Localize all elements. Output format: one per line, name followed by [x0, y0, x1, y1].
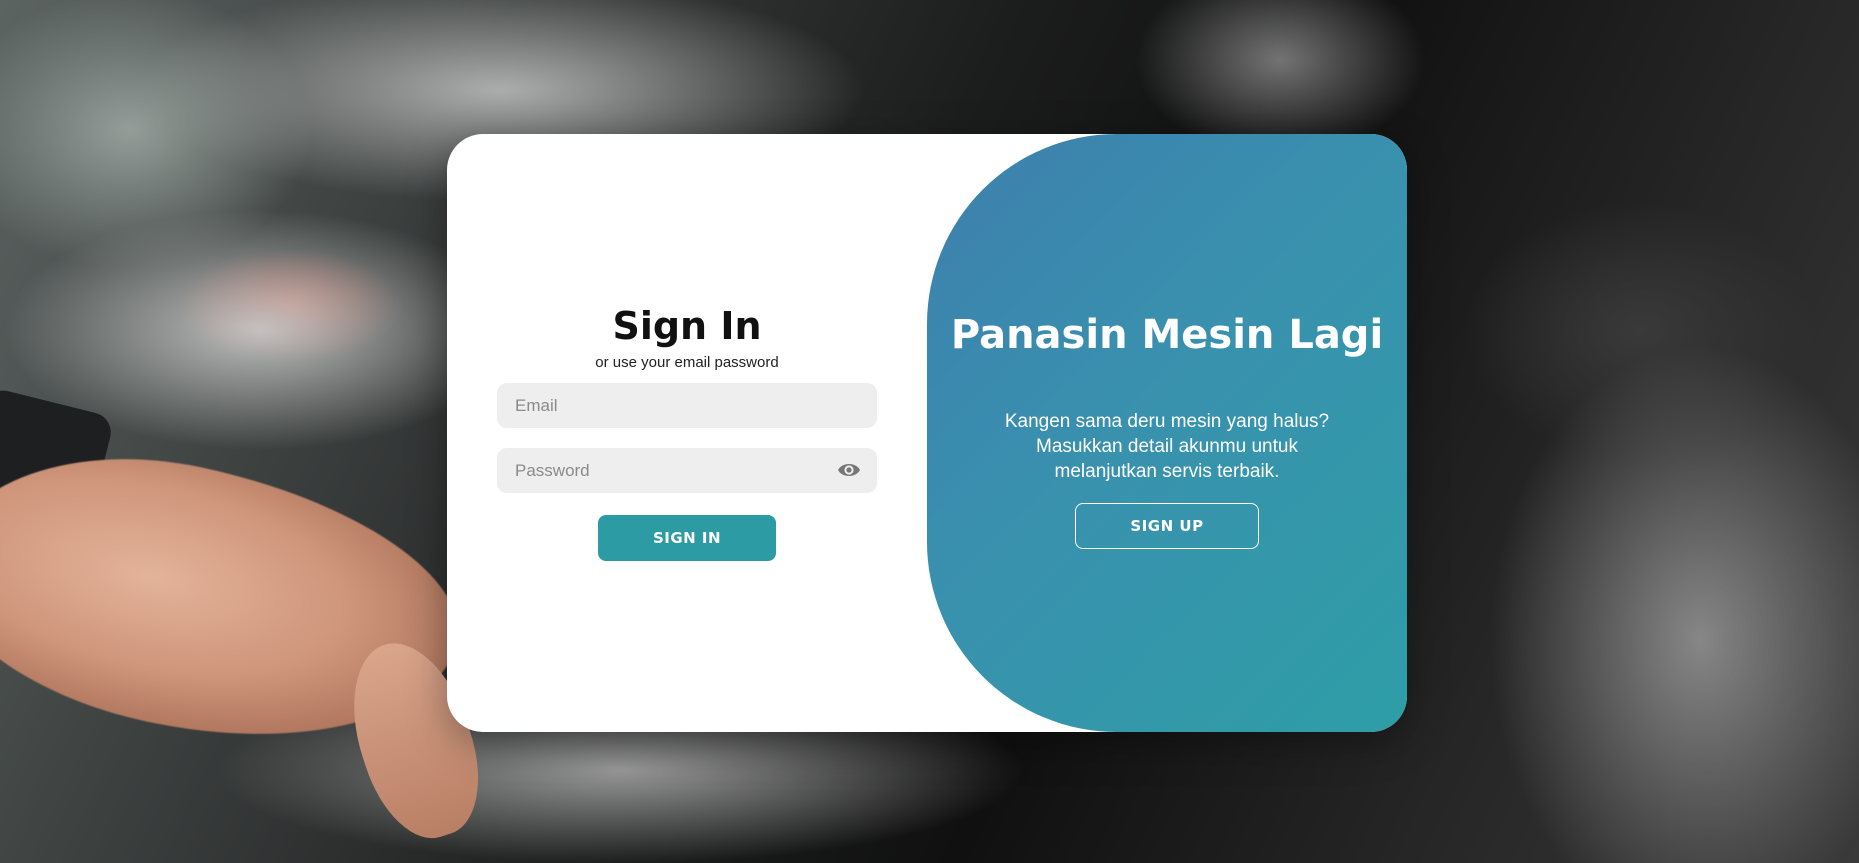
promo-text: Kangen sama deru mesin yang halus? Masuk… — [1004, 411, 1330, 482]
signin-form: Sign In or use your email password SIGN … — [447, 134, 927, 732]
signin-subtitle: or use your email password — [595, 354, 779, 371]
signin-title: Sign In — [612, 304, 762, 348]
email-input[interactable] — [515, 383, 835, 428]
signup-button[interactable]: SIGN UP — [1075, 503, 1259, 549]
password-input[interactable] — [515, 448, 835, 493]
promo-panel: Panasin Mesin Lagi Kangen sama deru mesi… — [927, 134, 1407, 732]
signin-button[interactable]: SIGN IN — [598, 515, 776, 561]
email-field-container — [497, 383, 877, 428]
promo-title: Panasin Mesin Lagi — [950, 312, 1384, 358]
password-field-container — [497, 448, 877, 493]
eye-icon[interactable] — [837, 460, 861, 480]
auth-card: Sign In or use your email password SIGN … — [447, 134, 1407, 732]
